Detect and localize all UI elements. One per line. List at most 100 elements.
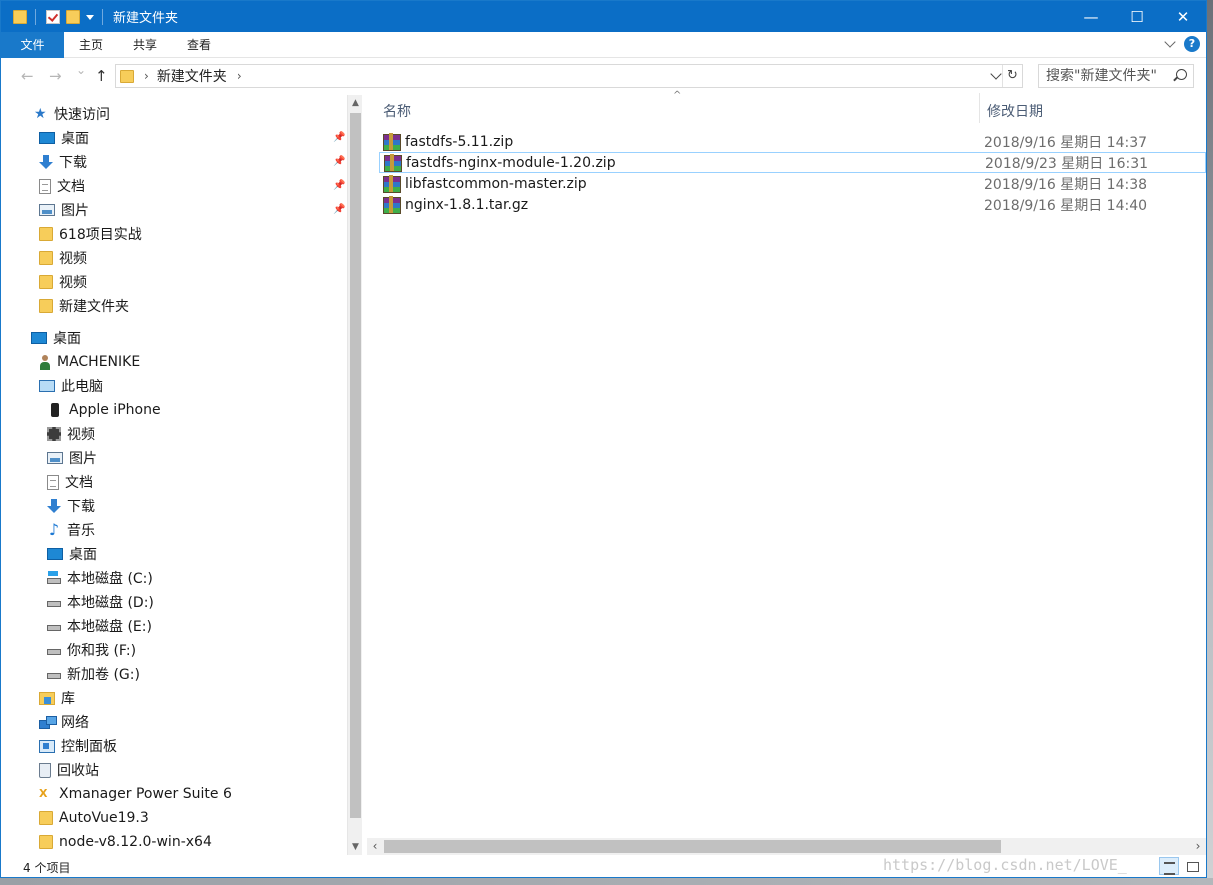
expand-ribbon-icon[interactable] [1164,36,1176,48]
customize-toolbar-icon[interactable] [86,15,94,20]
close-button[interactable]: ✕ [1160,1,1206,32]
sidebar-item[interactable]: 桌面 [47,543,97,565]
sidebar-item[interactable]: 下载 [47,495,95,517]
refresh-button[interactable]: ↻ [1002,65,1022,87]
sidebar-item[interactable]: 图片 [47,447,97,469]
sidebar-item[interactable]: ♪ 音乐 [47,519,95,541]
tab-share[interactable]: 共享 [118,32,172,58]
sidebar-item[interactable]: 视频 [47,423,95,445]
sidebar-item[interactable]: node-v8.12.0-win-x64 [39,831,212,853]
sidebar-item[interactable]: 桌面 [39,127,89,149]
sidebar-item-label: MACHENIKE [57,354,141,370]
video-icon [47,427,61,441]
breadcrumb-separator[interactable]: › [144,69,149,83]
column-divider[interactable] [979,93,980,123]
sidebar-item[interactable]: 618项目实战 [39,223,142,245]
sidebar-item[interactable]: 网络 [39,711,89,733]
scrollbar-thumb[interactable] [384,840,1001,853]
sidebar-item-label: 新加卷 (G:) [67,667,140,683]
user-icon [39,354,51,370]
folder-icon [39,835,53,849]
sidebar-item[interactable]: 本地磁盘 (C:) [47,567,153,589]
file-name[interactable]: fastdfs-nginx-module-1.20.zip [406,155,616,171]
sidebar-item[interactable]: 文档 [47,471,93,493]
file-name[interactable]: fastdfs-5.11.zip [405,134,513,150]
tab-file[interactable]: 文件 [1,31,64,58]
column-header-name[interactable]: 名称 [383,101,411,121]
pin-icon[interactable]: 📌 [333,132,345,143]
minimize-button[interactable]: — [1068,1,1114,32]
file-row[interactable]: libfastcommon-master.zip 2018/9/16 星期日 14… [379,173,1206,194]
file-row[interactable]: fastdfs-5.11.zip 2018/9/16 星期日 14:37 [379,131,1206,152]
recent-locations-button[interactable]: ⌄ [76,63,86,77]
sidebar-item[interactable]: 新建文件夹 [39,295,129,317]
sidebar-item-label: 音乐 [67,523,95,539]
sidebar-item[interactable]: 桌面 [31,327,81,349]
sidebar-item-label: 此电脑 [61,379,103,395]
sidebar-item[interactable]: 本地磁盘 (D:) [47,591,154,613]
properties-icon[interactable] [46,9,60,24]
control-panel-icon [39,739,55,753]
sidebar-item[interactable]: 新加卷 (G:) [47,663,140,685]
sort-ascending-icon: ^ [673,90,682,101]
up-button[interactable]: ↑ [95,67,108,85]
scroll-up-icon[interactable]: ▲ [348,95,363,111]
sidebar-item[interactable]: ★ 快速访问 [34,103,110,125]
sidebar-item[interactable]: X Xmanager Power Suite 6 [39,783,232,805]
sidebar-item-label: 控制面板 [61,739,117,755]
breadcrumb-current-folder[interactable]: 新建文件夹 [157,66,227,86]
sidebar-item[interactable]: 视频 [39,271,87,293]
sidebar-item[interactable]: 本地磁盘 (E:) [47,615,152,637]
address-bar[interactable]: › 新建文件夹 › ↻ [115,64,1023,88]
details-view-button[interactable] [1159,857,1179,875]
back-button[interactable]: ← [21,67,34,85]
download-icon [47,499,61,513]
sidebar-item[interactable]: AutoVue19.3 [39,807,149,829]
file-list-horizontal-scrollbar[interactable]: ‹ › [367,838,1206,855]
sidebar-item-label: 下载 [67,499,95,515]
large-icons-view-button[interactable] [1182,857,1202,875]
file-name[interactable]: nginx-1.8.1.tar.gz [405,197,528,213]
help-icon[interactable]: ? [1184,36,1200,52]
file-row[interactable]: fastdfs-nginx-module-1.20.zip 2018/9/23 星… [379,152,1206,173]
scroll-left-icon[interactable]: ‹ [367,838,383,855]
tab-view[interactable]: 查看 [172,32,226,58]
sidebar-item-label: 快速访问 [54,107,110,123]
sidebar-item[interactable]: Apple iPhone [47,399,161,421]
sidebar-item[interactable]: 下载 [39,151,87,173]
scrollbar-thumb[interactable] [350,113,361,818]
sidebar-item[interactable]: MACHENIKE [39,351,140,373]
pin-icon[interactable]: 📌 [333,204,345,215]
maximize-button[interactable]: ☐ [1114,1,1160,32]
sidebar-item-label: 你和我 (F:) [67,643,137,659]
pin-icon[interactable]: 📌 [333,180,345,191]
pin-icon[interactable]: 📌 [333,156,345,167]
scroll-down-icon[interactable]: ▼ [348,839,363,855]
sidebar-item[interactable]: 图片 [39,199,89,221]
sidebar-item[interactable]: 库 [39,687,75,709]
tab-home[interactable]: 主页 [64,32,118,58]
search-icon[interactable] [1176,69,1187,80]
star-icon: ★ [34,106,47,122]
sidebar-item[interactable]: 文档 [39,175,85,197]
column-header-date-modified[interactable]: 修改日期 [987,101,1043,121]
file-name[interactable]: libfastcommon-master.zip [405,176,587,192]
sidebar-item[interactable]: 此电脑 [39,375,103,397]
search-input[interactable] [1046,68,1170,84]
address-dropdown-icon[interactable] [990,68,1002,80]
sidebar-item[interactable]: 回收站 [39,759,99,781]
folder-icon [120,69,134,83]
navigation-pane-scrollbar[interactable]: ▲ ▼ [347,95,362,855]
item-count: 4 个项目 [23,861,71,875]
new-folder-icon[interactable] [66,9,80,24]
music-icon: ♪ [48,520,60,539]
sidebar-item[interactable]: 你和我 (F:) [47,639,136,661]
breadcrumb-separator[interactable]: › [237,69,242,83]
sidebar-item[interactable]: 控制面板 [39,735,117,757]
sidebar-item[interactable]: 视频 [39,247,87,269]
search-box[interactable] [1038,64,1194,88]
forward-button[interactable]: → [49,67,62,85]
scroll-right-icon[interactable]: › [1190,838,1206,855]
file-list: ^ 名称 修改日期 fastdfs-5.11.zip 2018/9/16 星期日 … [362,90,1206,855]
file-row[interactable]: nginx-1.8.1.tar.gz 2018/9/16 星期日 14:40 [379,194,1206,215]
